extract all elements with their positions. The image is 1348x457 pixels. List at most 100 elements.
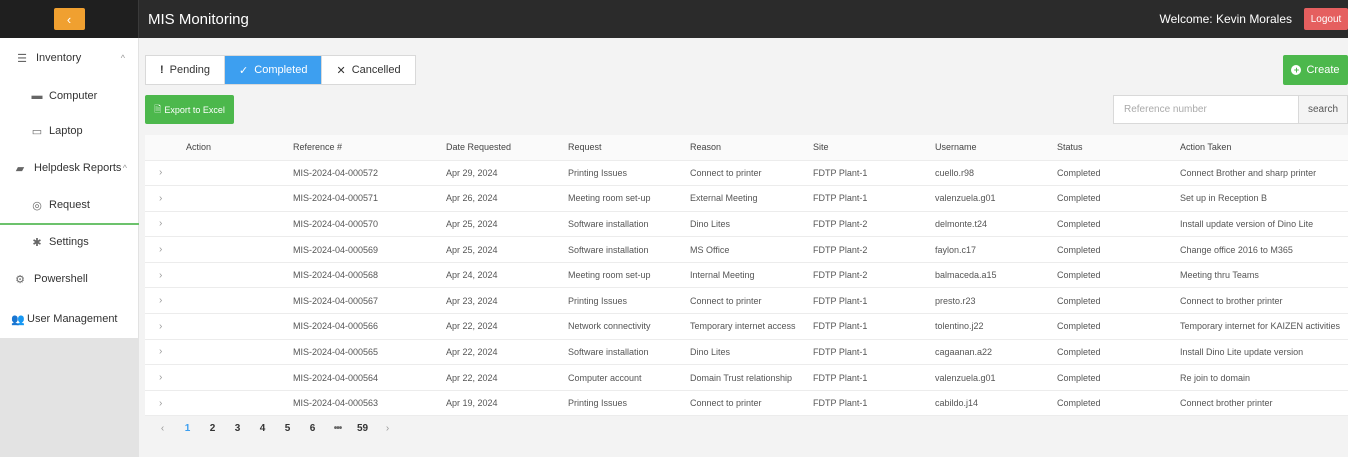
tab-cancelled[interactable]: ✕ Cancelled [322, 56, 414, 84]
gear-icon: ✱ [32, 236, 42, 249]
tab-label: Cancelled [351, 64, 401, 76]
status-cell: Completed [1049, 211, 1172, 238]
expand-row-icon[interactable]: › [145, 390, 178, 417]
site-cell: FDTP Plant-2 [805, 211, 927, 238]
column-header: Site [805, 135, 927, 161]
action-taken-cell: Connect to brother printer [1172, 287, 1348, 315]
expand-row-icon[interactable]: › [145, 160, 178, 187]
sidebar-item-inventory[interactable]: ☰ Inventory ^ [0, 39, 139, 77]
username-cell: cabildo.j14 [927, 390, 1049, 417]
tab-pending[interactable]: ! Pending [146, 56, 226, 84]
expand-row-icon[interactable]: › [145, 236, 178, 263]
date-cell: Apr 25, 2024 [438, 236, 560, 263]
next-page-icon[interactable]: › [375, 418, 400, 438]
action-cell [178, 160, 285, 187]
sidebar-item-powershell[interactable]: ⚙ Powershell [0, 260, 139, 298]
search-button[interactable]: search [1298, 95, 1348, 124]
table-row[interactable]: › MIS-2024-04-000567 Apr 23, 2024 Printing … [145, 287, 1348, 315]
sidebar-item-label: Powershell [34, 273, 88, 285]
username-cell: presto.r23 [927, 287, 1049, 315]
table-row[interactable]: › MIS-2024-04-000572 Apr 29, 2024 Printing … [145, 160, 1348, 187]
action-cell [178, 313, 285, 340]
date-cell: Apr 24, 2024 [438, 262, 560, 289]
reason-cell: Dino Lites [682, 211, 805, 238]
expand-row-icon[interactable]: › [145, 185, 178, 212]
table-row[interactable]: › MIS-2024-04-000563 Apr 19, 2024 Printing … [145, 390, 1348, 417]
status-cell: Completed [1049, 287, 1172, 315]
tab-completed[interactable]: ✓ Completed [225, 56, 323, 84]
site-cell: FDTP Plant-1 [805, 185, 927, 212]
export-to-excel-button[interactable]: 🗎 Export to Excel [145, 95, 234, 124]
page-number[interactable]: 59 [350, 418, 375, 438]
expand-row-icon[interactable]: › [145, 364, 178, 391]
expand-row-icon[interactable]: › [145, 211, 178, 238]
tab-label: Completed [254, 64, 308, 76]
table-row[interactable]: › MIS-2024-04-000566 Apr 22, 2024 Network c… [145, 313, 1348, 340]
expand-row-icon[interactable]: › [145, 287, 178, 315]
site-cell: FDTP Plant-1 [805, 287, 927, 315]
reason-cell: Domain Trust relationship [682, 364, 805, 391]
list-icon: ☰ [17, 52, 27, 65]
previous-page-icon[interactable]: ‹ [150, 418, 175, 438]
site-cell: FDTP Plant-1 [805, 339, 927, 366]
table-row[interactable]: › MIS-2024-04-000570 Apr 25, 2024 Software … [145, 211, 1348, 238]
logout-button[interactable]: Logout [1304, 8, 1348, 30]
expand-row-icon[interactable]: › [145, 262, 178, 289]
table-header-row: Action Reference # Date Requested Reques… [145, 135, 1348, 161]
close-icon: ✕ [336, 64, 346, 77]
page-number[interactable]: 2 [200, 418, 225, 438]
sidebar-item-settings[interactable]: ✱ Settings [0, 223, 139, 261]
sidebar-item-computer[interactable]: ▬ Computer [0, 77, 139, 115]
expand-row-icon[interactable]: › [145, 313, 178, 340]
column-header: Action Taken [1172, 135, 1348, 161]
column-header: Action [178, 135, 285, 161]
site-cell: FDTP Plant-1 [805, 390, 927, 417]
site-cell: FDTP Plant-1 [805, 313, 927, 340]
table-row[interactable]: › MIS-2024-04-000571 Apr 26, 2024 Meeting r… [145, 185, 1348, 212]
table-row[interactable]: › MIS-2024-04-000568 Apr 24, 2024 Meeting r… [145, 262, 1348, 289]
table-body: › MIS-2024-04-000572 Apr 29, 2024 Printing … [145, 160, 1348, 417]
pagination-ellipsis[interactable]: ••• [325, 418, 350, 438]
request-cell: Software installation [560, 236, 682, 263]
username-cell: faylon.c17 [927, 236, 1049, 263]
sidebar-toggle-button[interactable]: ‹ [53, 8, 85, 30]
page-number[interactable]: 4 [250, 418, 275, 438]
status-cell: Completed [1049, 160, 1172, 187]
column-header: Date Requested [438, 135, 560, 161]
site-cell: FDTP Plant-2 [805, 262, 927, 289]
reference-cell: MIS-2024-04-000572 [285, 160, 438, 187]
page-number[interactable]: 3 [225, 418, 250, 438]
table-row[interactable]: › MIS-2024-04-000564 Apr 22, 2024 Computer … [145, 364, 1348, 391]
chevron-up-icon: ^ [120, 53, 125, 63]
sidebar-item-helpdesk-reports[interactable]: ▰ Helpdesk Reports ^ [0, 149, 139, 187]
date-cell: Apr 23, 2024 [438, 287, 560, 315]
requests-table: Action Reference # Date Requested Reques… [145, 135, 1348, 417]
column-header: Status [1049, 135, 1172, 161]
sidebar-item-user-management[interactable]: 👥 User Management [0, 300, 139, 338]
reference-number-input[interactable] [1113, 95, 1298, 124]
page-number[interactable]: 6 [300, 418, 325, 438]
page-number[interactable]: 5 [275, 418, 300, 438]
reference-cell: MIS-2024-04-000571 [285, 185, 438, 212]
expand-row-icon[interactable]: › [145, 339, 178, 366]
reason-cell: Connect to printer [682, 390, 805, 417]
page-number[interactable]: 1 [175, 418, 200, 438]
column-header: Request [560, 135, 682, 161]
sidebar-item-request[interactable]: ◎ Request [0, 187, 139, 225]
username-cell: tolentino.j22 [927, 313, 1049, 340]
table-row[interactable]: › MIS-2024-04-000565 Apr 22, 2024 Software … [145, 339, 1348, 366]
table-row[interactable]: › MIS-2024-04-000569 Apr 25, 2024 Software … [145, 236, 1348, 263]
action-taken-cell: Install update version of Dino Lite [1172, 211, 1348, 238]
app-title: MIS Monitoring [148, 10, 249, 28]
create-label: Create [1306, 64, 1340, 76]
desktop-icon: ▬ [31, 90, 43, 102]
reference-cell: MIS-2024-04-000565 [285, 339, 438, 366]
sidebar-item-laptop[interactable]: ▭ Laptop [0, 112, 139, 150]
request-cell: Printing Issues [560, 390, 682, 417]
username-cell: cagaanan.a22 [927, 339, 1049, 366]
status-cell: Completed [1049, 390, 1172, 417]
create-button[interactable]: + Create [1283, 55, 1348, 85]
top-bar: ‹ MIS Monitoring Welcome: Kevin Morales … [0, 0, 1348, 38]
request-cell: Computer account [560, 364, 682, 391]
site-cell: FDTP Plant-2 [805, 236, 927, 263]
